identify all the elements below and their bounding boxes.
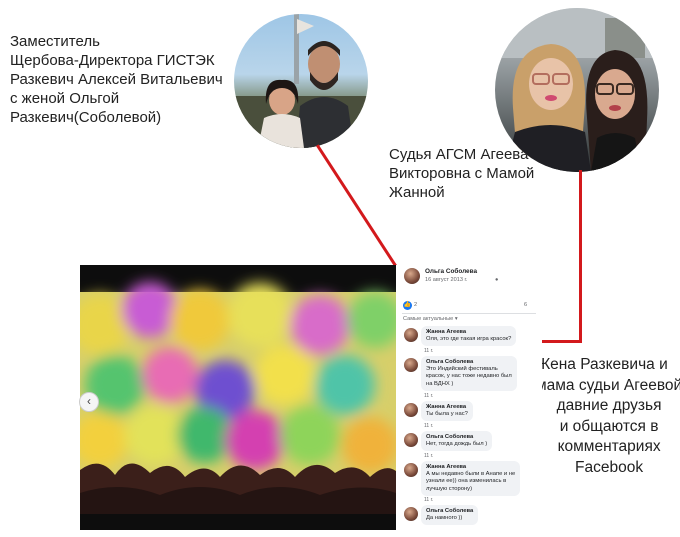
caption-line: Жена Разкевича и	[536, 356, 668, 373]
caption-line: Facebook	[575, 458, 644, 476]
commenter-name[interactable]: Жанна Агеева	[426, 329, 511, 336]
commenter-name[interactable]: Жанна Агеева	[426, 404, 468, 411]
couple-photo-illustration	[234, 14, 368, 148]
caption-line: Жанной	[389, 184, 445, 201]
chevron-down-icon: ▾	[454, 316, 458, 322]
mother-daughter-photo	[495, 8, 659, 172]
mother-daughter-illustration	[495, 8, 659, 172]
comment-bubble: Ольга Соболева Нет, тогда дождь был )	[421, 431, 493, 452]
caption-line: Щербова-Директора ГИСТЭК	[10, 52, 215, 69]
commenter-avatar[interactable]	[404, 328, 418, 342]
comment-bubble: Ольга Соболева Да намного ))	[421, 505, 479, 526]
festival-photo[interactable]	[80, 265, 396, 530]
comment-age[interactable]: 11 г.	[424, 423, 433, 429]
connector-line	[316, 144, 399, 269]
comment-text: А мы недавно были в Анапе и не узнали ее…	[426, 471, 516, 492]
comment-bubble: Жанна Агеева Ты была у нас?	[421, 401, 473, 422]
commenter-avatar[interactable]	[404, 358, 418, 372]
comment-age[interactable]: 11 г.	[424, 348, 433, 354]
caption-line: давние друзья	[556, 397, 662, 414]
commenter-name[interactable]: Ольга Соболева	[426, 508, 473, 515]
commenter-name[interactable]: Ольга Соболева	[426, 434, 487, 441]
commenter-avatar[interactable]	[404, 507, 418, 521]
comment-bubble: Жанна Агеева А мы недавно были в Анапе и…	[421, 461, 521, 496]
commenter-avatar[interactable]	[404, 403, 418, 417]
caption-line: комментариях	[557, 438, 661, 455]
caption-friendship-note: Жена Разкевича и мама судьи Агеевой давн…	[536, 355, 680, 478]
caption-line: и общаются в	[559, 417, 659, 435]
commenter-avatar[interactable]	[404, 463, 418, 477]
globe-icon: ●	[495, 277, 499, 283]
holi-festival-image	[80, 282, 396, 514]
comment-text: Ты была у нас?	[426, 411, 468, 418]
commenter-avatar[interactable]	[404, 433, 418, 447]
comment-text: Нет, тогда дождь был )	[426, 441, 488, 448]
previous-photo-button[interactable]: ‹	[79, 392, 99, 412]
divider	[402, 313, 536, 314]
facebook-comments-panel: Ольга Соболева 16 август 2013 г. ● 👍 2 6…	[396, 265, 542, 537]
like-icon[interactable]: 👍	[403, 301, 412, 310]
commenter-name[interactable]: Жанна Агеева	[426, 464, 515, 471]
caption-line: Заместитель	[10, 33, 100, 50]
comment-text: Это Индийский фестиваль красок, у нас то…	[426, 366, 512, 387]
comment-text: Оля, это где такая игра красок?	[426, 336, 512, 343]
sort-label: Самые актуальные	[403, 316, 454, 322]
comment-bubble: Жанна Агеева Оля, это где такая игра кра…	[421, 326, 517, 347]
post-date[interactable]: 16 август 2013 г.	[425, 277, 467, 283]
caption-line: Разкевич(Соболевой)	[10, 109, 162, 126]
comment-bubble: Ольга Соболева Это Индийский фестиваль к…	[421, 356, 517, 391]
caption-line: Судья АГСМ Агеева	[389, 146, 529, 163]
author-avatar[interactable]	[404, 268, 420, 284]
comment-text: Да намного ))	[426, 515, 463, 522]
sort-comments-dropdown[interactable]: Самые актуальные ▾	[403, 316, 458, 322]
caption-line: с женой Ольгой	[10, 90, 120, 107]
comments-count[interactable]: 6	[524, 302, 527, 308]
caption-line: Викторовна с Мамой	[389, 165, 535, 182]
caption-razkevich-couple: Заместитель Щербова-Директора ГИСТЭК Раз…	[10, 32, 223, 127]
couple-photo	[234, 14, 368, 148]
connector-line	[579, 170, 582, 342]
comment-age[interactable]: 11 г.	[424, 453, 433, 459]
likes-count[interactable]: 2	[414, 302, 417, 308]
caption-ageeva-judge: Судья АГСМ Агеева Викторовна с Мамой Жан…	[389, 145, 534, 202]
caption-line: Разкевич Алексей Витальевич	[10, 71, 223, 88]
comment-age[interactable]: 11 г.	[424, 393, 433, 399]
post-author[interactable]: Ольга Соболева	[425, 268, 477, 275]
caption-line: мама судьи Агеевой	[536, 376, 680, 394]
comment-age[interactable]: 11 г.	[424, 497, 433, 503]
